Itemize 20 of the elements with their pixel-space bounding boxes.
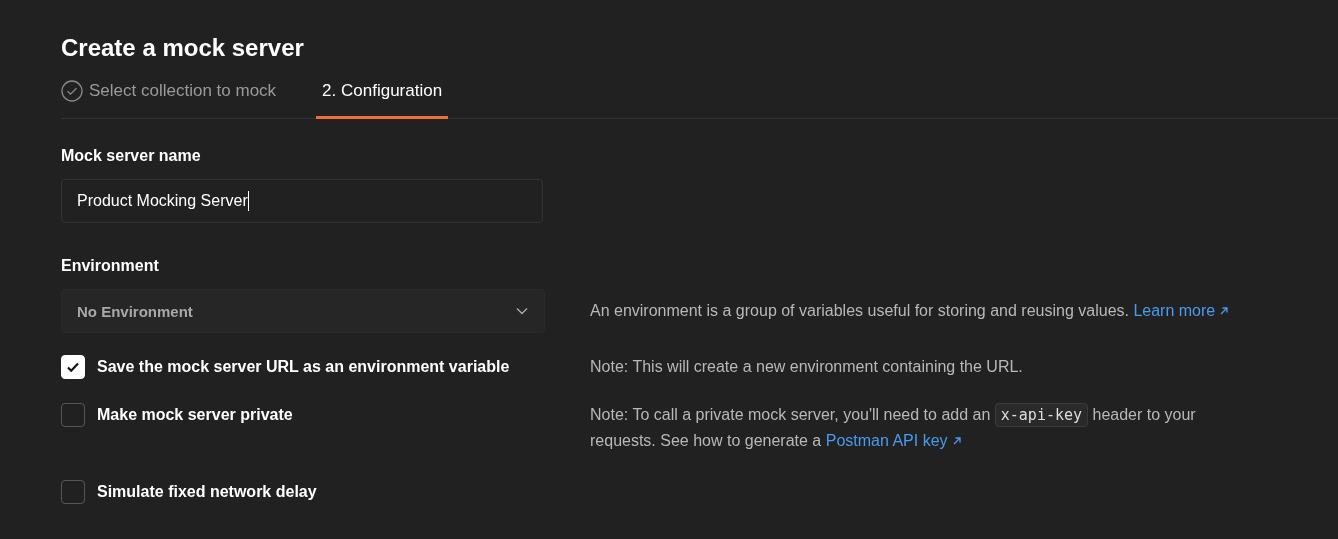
external-link-icon bbox=[1219, 306, 1230, 316]
chevron-down-icon bbox=[516, 307, 528, 315]
note-text: Note: This will create a new environment containing the URL. bbox=[590, 358, 1023, 375]
external-link-icon bbox=[951, 436, 962, 446]
checkbox[interactable] bbox=[61, 480, 85, 504]
input-field[interactable]: Product Mocking Server bbox=[61, 179, 543, 223]
checkbox-label: Save the mock server URL as an environment variable bbox=[97, 358, 510, 376]
field-label: Environment bbox=[61, 257, 159, 275]
check-circle-icon bbox=[61, 80, 83, 102]
checkbox[interactable] bbox=[61, 403, 85, 427]
code-snippet: x-api-key bbox=[994, 403, 1089, 427]
field-label: Mock server name bbox=[61, 147, 201, 165]
checkbox-label: Make mock server private bbox=[97, 406, 293, 424]
help-text: An environment is a group of variables useful for storing and reusing values. Learn more bbox=[590, 298, 1230, 324]
link[interactable]: Learn more bbox=[1133, 298, 1230, 324]
step-tab[interactable]: Select collection to mock bbox=[61, 76, 283, 119]
step-tab[interactable]: 2. Configuration bbox=[316, 76, 449, 119]
checkbox-label: Simulate fixed network delay bbox=[97, 483, 317, 501]
environment-dropdown[interactable]: No Environment bbox=[61, 289, 545, 333]
page-title: Create a mock server bbox=[61, 33, 304, 63]
